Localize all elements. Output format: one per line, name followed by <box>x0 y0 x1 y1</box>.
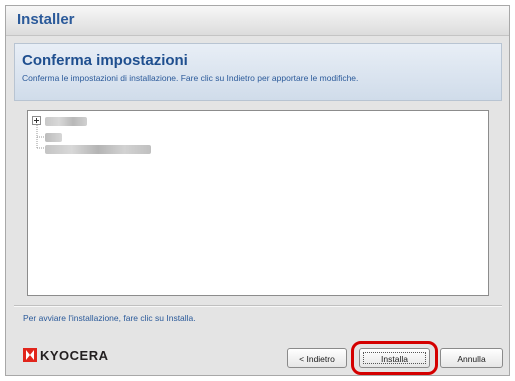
window-title: Installer <box>17 11 75 28</box>
kyocera-logo: KYOCERA <box>23 347 109 363</box>
page-subtitle: Conferma le impostazioni di installazion… <box>22 73 359 83</box>
installer-window: Installer Conferma impostazioni Conferma… <box>5 5 510 376</box>
settings-tree[interactable] <box>27 110 489 296</box>
logo-text: KYOCERA <box>40 347 109 363</box>
footer-instruction: Per avviare l'installazione, fare clic s… <box>23 313 196 323</box>
title-bar: Installer <box>6 6 509 36</box>
page-header: Conferma impostazioni Conferma le impost… <box>14 43 502 101</box>
footer-divider <box>14 305 502 307</box>
tree-expander-icon[interactable] <box>32 116 41 125</box>
install-button[interactable]: Installa <box>359 348 430 368</box>
page-title: Conferma impostazioni <box>22 52 188 69</box>
cancel-button[interactable]: Annulla <box>440 348 503 368</box>
tree-item-child-2[interactable] <box>45 145 151 154</box>
kyocera-logo-icon <box>23 348 37 362</box>
tree-item-root[interactable] <box>45 117 87 126</box>
tree-item-child-1[interactable] <box>45 133 62 142</box>
back-button[interactable]: < Indietro <box>287 348 347 368</box>
